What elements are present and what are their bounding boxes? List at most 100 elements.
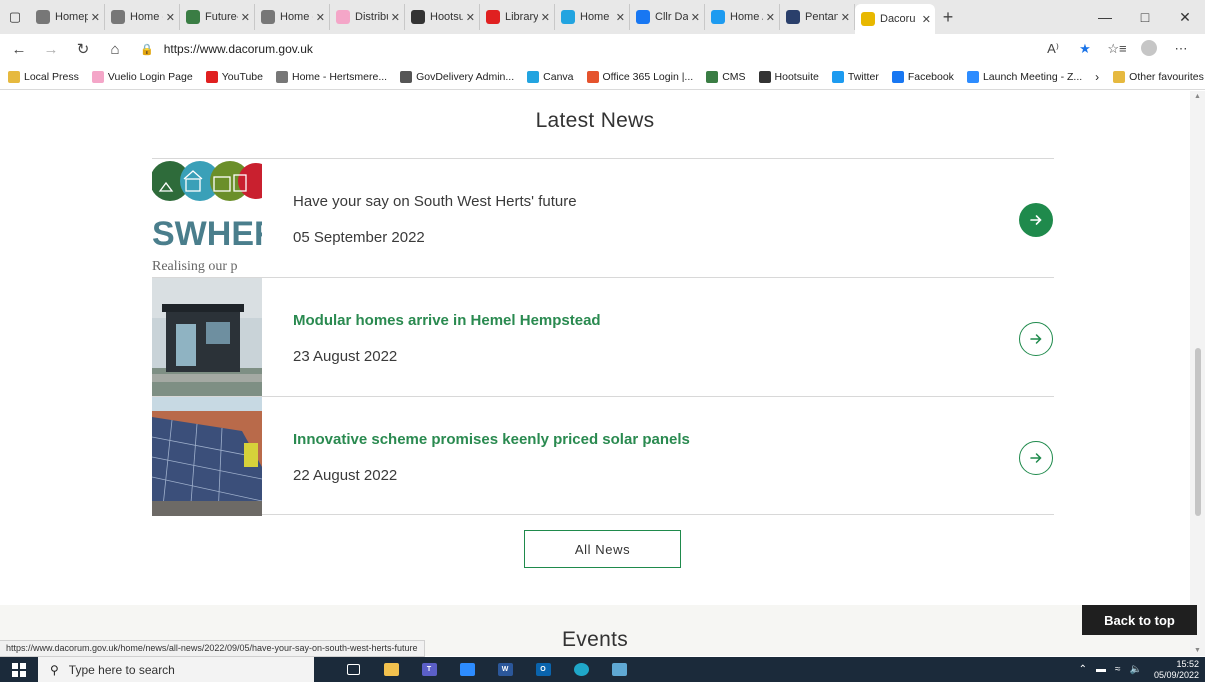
tab-close-icon[interactable]: ✕ (841, 11, 850, 24)
latest-news-heading: Latest News (535, 109, 655, 132)
tab[interactable]: Future- ✕ (180, 4, 255, 30)
restore-icon[interactable]: □ (1125, 9, 1165, 26)
bookmark-item[interactable]: Vuelio Login Page (91, 70, 193, 83)
back-icon[interactable]: ← (6, 36, 32, 62)
tab-close-icon[interactable]: ✕ (391, 11, 400, 24)
news-headline[interactable]: Have your say on South West Herts' futur… (293, 193, 577, 210)
tab-close-icon[interactable]: ✕ (922, 13, 931, 26)
tab-close-icon[interactable]: ✕ (316, 11, 325, 24)
swherts-logo-thumbnail: SWHEF Realising our p (152, 159, 262, 278)
news-item[interactable]: SWHEF Realising our p Have your say on S… (152, 158, 1054, 278)
url-text: https://www.dacorum.gov.uk (163, 42, 313, 56)
scroll-up-icon[interactable]: ▲ (1194, 93, 1201, 100)
bookmark-item[interactable]: GovDelivery Admin... (400, 70, 514, 83)
profile-avatar[interactable] (1133, 39, 1165, 59)
forward-icon[interactable]: → (38, 36, 64, 62)
tab[interactable]: Home - ✕ (255, 4, 330, 30)
facebook-icon (636, 10, 650, 24)
tab[interactable]: Cllr Dar✕ (630, 4, 705, 30)
favorite-star-icon[interactable]: ★ (1069, 41, 1101, 57)
news-headline[interactable]: Modular homes arrive in Hemel Hempstead (293, 312, 601, 329)
bookmark-item[interactable]: Home - Hertsmere... (275, 70, 387, 83)
close-window-icon[interactable]: ✕ (1165, 9, 1205, 26)
tab-actions-icon[interactable]: ▢ (0, 0, 30, 34)
bookmark-item[interactable]: Twitter (831, 70, 879, 83)
bookmark-item[interactable]: Launch Meeting - Z... (966, 70, 1082, 83)
bookmark-item[interactable]: Local Press (8, 70, 79, 83)
tab-label: Library (505, 11, 538, 23)
all-news-button[interactable]: All News (524, 530, 681, 568)
tab-label: Distribu (355, 11, 388, 23)
govdelivery-icon (400, 70, 413, 83)
taskbar-search-input[interactable]: ⚲ Type here to search (38, 657, 314, 682)
tab-close-icon[interactable]: ✕ (616, 11, 625, 24)
tab[interactable]: Homep ✕ (30, 4, 105, 30)
system-tray: ⌃ ▬ ≈ 🔈 15:52 05/09/2022 (1070, 659, 1199, 681)
tab-close-icon[interactable]: ✕ (541, 11, 550, 24)
tab[interactable]: Pentan ✕ (780, 4, 855, 30)
taskbar-apps: T W O (338, 657, 642, 682)
bookmark-item[interactable]: Facebook (891, 70, 954, 83)
windows-taskbar: ⚲ Type here to search T W O ⌃ ▬ ≈ 🔈 15:5… (0, 657, 1205, 682)
scroll-down-icon[interactable]: ▼ (1194, 647, 1201, 654)
battery-icon[interactable]: ▬ (1096, 664, 1106, 675)
read-aloud-icon[interactable]: A⁾ (1037, 41, 1069, 57)
notepad-icon[interactable] (604, 657, 634, 682)
news-item[interactable]: Innovative scheme promises keenly priced… (152, 396, 1054, 516)
arrow-right-icon[interactable] (1019, 203, 1053, 237)
clock[interactable]: 15:52 05/09/2022 (1154, 659, 1199, 681)
edge-icon[interactable] (566, 657, 596, 682)
volume-icon[interactable]: 🔈 (1130, 664, 1142, 675)
tab[interactable]: Distribu✕ (330, 4, 405, 30)
arrow-right-icon[interactable] (1019, 322, 1053, 356)
logo-text: SWHEF (152, 215, 262, 253)
tab-close-icon[interactable]: ✕ (466, 11, 475, 24)
zoom-icon[interactable] (452, 657, 482, 682)
new-tab-button[interactable]: + (935, 7, 961, 28)
news-item[interactable]: Modular homes arrive in Hemel Hempstead … (152, 277, 1054, 397)
other-favourites-folder[interactable]: Other favourites (1113, 70, 1204, 83)
wifi-icon[interactable]: ≈ (1115, 664, 1121, 675)
search-placeholder: Type here to search (68, 662, 175, 677)
news-date: 22 August 2022 (293, 467, 398, 484)
url-field[interactable]: 🔒 https://www.dacorum.gov.uk (140, 36, 1037, 62)
bookmark-item[interactable]: CMS (706, 70, 746, 83)
home-icon[interactable]: ⌂ (102, 36, 128, 62)
tab-label: Future- (205, 11, 238, 23)
file-explorer-icon[interactable] (376, 657, 406, 682)
tab-close-icon[interactable]: ✕ (766, 11, 775, 24)
tab[interactable]: Library ✕ (480, 4, 555, 30)
outlook-icon[interactable]: O (528, 657, 558, 682)
bookmark-item[interactable]: Office 365 Login |... (586, 70, 693, 83)
news-headline[interactable]: Innovative scheme promises keenly priced… (293, 431, 690, 448)
tab[interactable]: Hootsu ✕ (405, 4, 480, 30)
task-view-icon[interactable] (338, 657, 368, 682)
teams-icon[interactable]: T (414, 657, 444, 682)
chevron-up-icon[interactable]: ⌃ (1079, 664, 1087, 675)
word-icon[interactable]: W (490, 657, 520, 682)
tab-close-icon[interactable]: ✕ (241, 11, 250, 24)
tab[interactable]: Home / ✕ (705, 4, 780, 30)
chevron-right-icon[interactable]: › (1095, 70, 1099, 84)
tab-close-icon[interactable]: ✕ (91, 11, 100, 24)
bookmark-item[interactable]: YouTube (205, 70, 263, 83)
bookmark-item[interactable]: Hootsuite (758, 70, 819, 83)
scroll-thumb[interactable] (1195, 348, 1201, 516)
tab-active[interactable]: Dacoru ✕ (855, 4, 935, 34)
windows-start-icon[interactable] (0, 657, 38, 682)
browser-toolbar-right: A⁾ ★ ☆≡ ⋯ (1037, 39, 1197, 59)
more-options-icon[interactable]: ⋯ (1165, 41, 1197, 57)
bookmark-label: Twitter (847, 70, 879, 83)
tab-close-icon[interactable]: ✕ (166, 11, 175, 24)
refresh-icon[interactable]: ↻ (70, 36, 96, 62)
arrow-right-icon[interactable] (1019, 441, 1053, 475)
tab[interactable]: Home ✕ (555, 4, 630, 30)
back-to-top-button[interactable]: Back to top (1082, 605, 1197, 635)
tab-label: Pentan (805, 11, 838, 23)
favorites-icon[interactable]: ☆≡ (1101, 41, 1133, 57)
bookmark-item[interactable]: Canva (527, 70, 574, 83)
tab[interactable]: Home - ✕ (105, 4, 180, 30)
page-scrollbar[interactable]: ▲ ▼ (1190, 91, 1205, 656)
minimize-icon[interactable]: — (1085, 9, 1125, 26)
tab-close-icon[interactable]: ✕ (691, 11, 700, 24)
